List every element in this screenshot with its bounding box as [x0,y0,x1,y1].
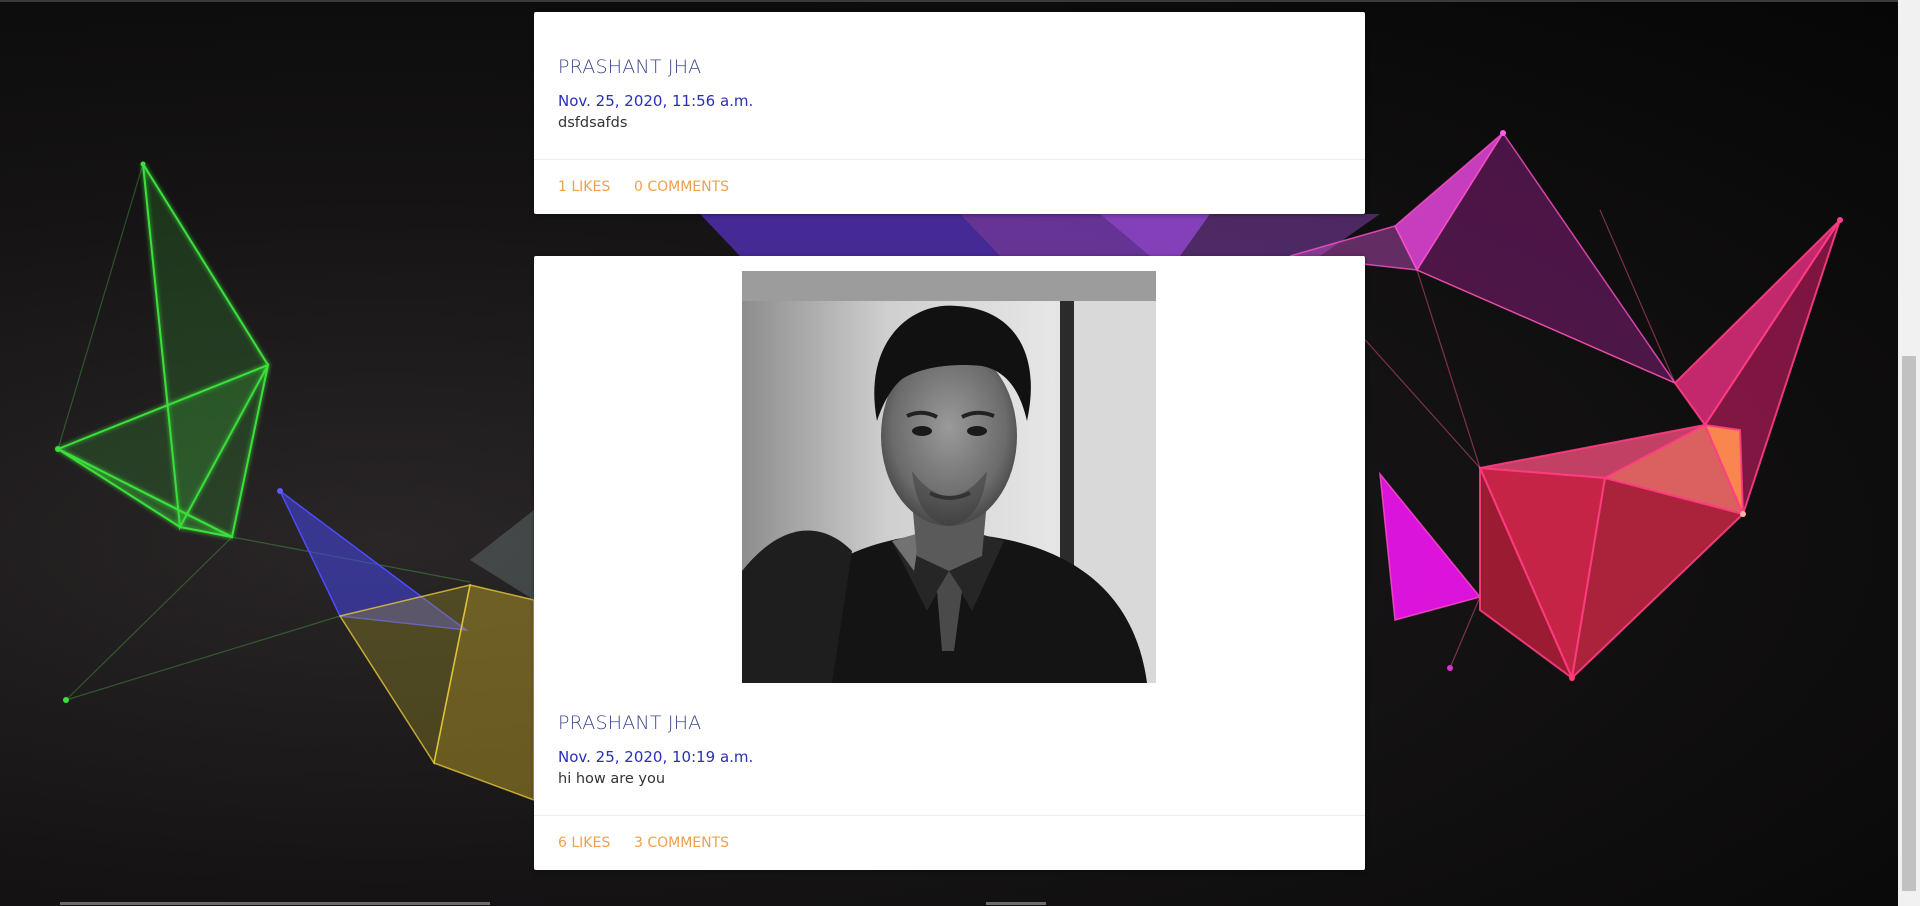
post-date: Nov. 25, 2020, 11:56 a.m. [558,92,754,110]
post-text: dsfdsafds [558,115,628,131]
post-card: PRASHANT JHA Nov. 25, 2020, 10:19 a.m. h… [534,256,1365,870]
comments-link[interactable]: 3 COMMENTS [634,835,729,851]
post-author[interactable]: PRASHANT JHA [558,56,701,78]
comments-link[interactable]: 0 COMMENTS [634,179,729,195]
post-divider [534,815,1365,816]
likes-link[interactable]: 6 LIKES [558,835,610,851]
vertical-scroll-thumb[interactable] [1902,356,1916,891]
post-divider [534,159,1365,160]
likes-link[interactable]: 1 LIKES [558,179,610,195]
post-photo[interactable] [742,271,1156,683]
portrait-photo-icon [742,271,1156,683]
vertical-scrollbar[interactable] [1898,0,1920,906]
post-date: Nov. 25, 2020, 10:19 a.m. [558,748,754,766]
horizontal-scroll-thumb[interactable] [60,902,490,905]
page-background: PRASHANT JHA Nov. 25, 2020, 11:56 a.m. d… [0,0,1920,906]
post-text: hi how are you [558,771,666,787]
post-author[interactable]: PRASHANT JHA [558,712,701,734]
post-card: PRASHANT JHA Nov. 25, 2020, 11:56 a.m. d… [534,12,1365,214]
horizontal-scrollbar[interactable] [0,900,1898,906]
horizontal-scroll-thumb[interactable] [986,902,1046,905]
